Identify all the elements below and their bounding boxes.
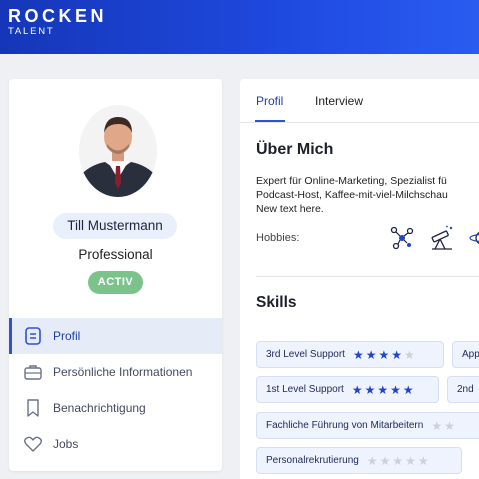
star-icon: ★ [390, 382, 401, 397]
star-icon: ★ [431, 418, 443, 433]
skill-rating: ★ ★ ★ ★ ★ [353, 349, 415, 361]
about-line: New text here. [256, 203, 324, 215]
about-line: Podcast-Host, Kaffee-mit-viel-Milchschau [256, 189, 448, 201]
document-icon [23, 326, 43, 346]
star-icon: ★ [444, 418, 455, 433]
skill-chip[interactable]: 2nd [447, 376, 479, 403]
star-icon: ★ [378, 347, 390, 362]
profile-role: Professional [78, 247, 153, 262]
skill-label: 2nd [457, 384, 474, 395]
about-text: Expert für Online-Marketing, Spezialist … [256, 174, 479, 216]
sidebar-item-benachrichtigung[interactable]: Benachrichtigung [9, 390, 222, 426]
skill-rating: ★ ★ ★ ★ ★ [367, 455, 429, 467]
briefcase-icon [23, 362, 43, 382]
brand-subtitle: TALENT [8, 26, 55, 37]
molecule-icon [388, 224, 416, 252]
tab-interview[interactable]: Interview [315, 94, 363, 108]
brand-logo[interactable]: ROCKEN TALENT [8, 6, 107, 38]
skill-label: 1st Level Support [266, 384, 344, 395]
skill-rating: ★ ★ [431, 420, 455, 432]
skills-title: Skills [256, 294, 297, 311]
about-line: Expert für Online-Marketing, Spezialist … [256, 175, 447, 187]
section-divider [256, 276, 479, 277]
skill-chip[interactable]: 1st Level Support ★ ★ ★ ★ ★ [256, 376, 439, 403]
skill-label: Personalrekrutierung [266, 455, 359, 466]
active-tab-indicator [255, 120, 285, 122]
sidebar-item-jobs[interactable]: Jobs [9, 426, 222, 462]
telescope-icon [428, 224, 456, 252]
sidebar-item-persoenliche-informationen[interactable]: Persönliche Informationen [9, 354, 222, 390]
sidebar-item-label: Benachrichtigung [53, 401, 146, 415]
skill-label: 3rd Level Support [266, 349, 345, 360]
profile-sidebar: Till Mustermann Professional ACTIV Profi… [9, 79, 222, 471]
star-icon: ★ [417, 453, 429, 468]
sidebar-item-label: Profil [53, 329, 81, 343]
tab-profil[interactable]: Profil [256, 94, 283, 108]
sidebar-item-profil[interactable]: Profil [9, 318, 222, 354]
star-icon: ★ [405, 453, 416, 468]
avatar [79, 105, 157, 197]
skill-chip[interactable]: Personalrekrutierung ★ ★ ★ ★ ★ [256, 447, 462, 474]
bookmark-icon [23, 398, 43, 418]
star-icon: ★ [402, 382, 414, 397]
skill-chip[interactable]: Fachliche Führung von Mitarbeitern ★ ★ [256, 412, 479, 439]
skill-label: Fachliche Führung von Mitarbeitern [266, 420, 424, 431]
heart-icon [23, 434, 43, 454]
star-icon: ★ [351, 382, 363, 397]
skill-chip[interactable]: 3rd Level Support ★ ★ ★ ★ ★ [256, 341, 444, 368]
star-icon: ★ [365, 347, 377, 362]
planet-icon [468, 224, 479, 252]
app-header: ROCKEN TALENT [0, 0, 479, 54]
sidebar-item-label: Persönliche Informationen [53, 365, 193, 379]
skill-chip[interactable]: App [452, 341, 479, 368]
profile-main-panel: Profil Interview Über Mich Expert für On… [240, 79, 479, 479]
status-badge: ACTIV [88, 271, 143, 294]
tab-bar: Profil Interview [240, 79, 479, 123]
sidebar-item-label: Jobs [53, 437, 79, 451]
star-icon: ★ [404, 347, 415, 362]
skill-rating: ★ ★ ★ ★ ★ [352, 384, 414, 396]
star-icon: ★ [352, 347, 364, 362]
star-icon: ★ [392, 453, 404, 468]
sidebar-nav: Profil Persönliche Informationen Benachr… [9, 318, 222, 462]
skill-label: App [462, 349, 479, 360]
star-icon: ★ [366, 453, 378, 468]
about-title: Über Mich [256, 141, 334, 158]
star-icon: ★ [377, 382, 389, 397]
brand-name: ROCKEN [8, 6, 108, 26]
star-icon: ★ [391, 347, 403, 362]
hobbies-label: Hobbies: [256, 232, 300, 244]
profile-name: Till Mustermann [53, 213, 177, 239]
star-icon: ★ [379, 453, 391, 468]
star-icon: ★ [364, 382, 376, 397]
